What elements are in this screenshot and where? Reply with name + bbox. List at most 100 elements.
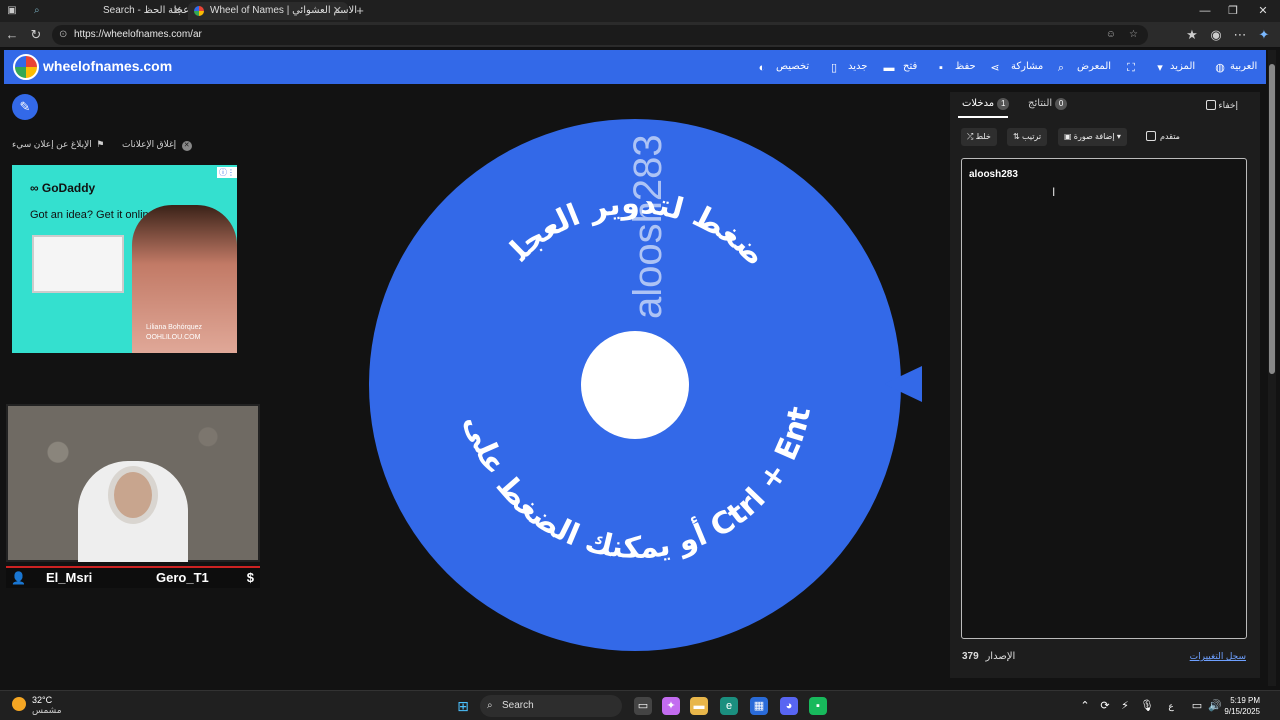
copilot-icon[interactable]: ✦ xyxy=(662,697,680,715)
flag-icon: ⚑ xyxy=(96,139,105,149)
edit-pencil-button[interactable]: ✎ xyxy=(12,94,38,120)
add-image-button[interactable]: ▣ إضافة صورة ▾ xyxy=(1058,128,1127,146)
close-ads-link[interactable]: إغلاق الإعلانات ✕ xyxy=(122,139,192,151)
pencil-icon: ✎ xyxy=(19,99,31,114)
site-info-icon: ⊙ xyxy=(59,29,68,40)
image-icon: ▣ xyxy=(1064,132,1072,141)
folder-icon: ▬ xyxy=(883,62,895,74)
webcam-overlay xyxy=(6,404,260,562)
tab-results[interactable]: النتائج 0 xyxy=(1028,98,1068,110)
reader-icon[interactable]: ☺ xyxy=(1106,25,1116,45)
task-view-icon[interactable]: ▭ xyxy=(634,697,652,715)
dollar-icon: $ xyxy=(246,570,254,585)
weather-widget[interactable]: 32°C مشمس xyxy=(12,695,62,715)
wheel[interactable]: aloosh283 اضغط لتدوير العجلة أو يمكنك ال… xyxy=(369,119,901,651)
display-icon[interactable]: ▭ xyxy=(1188,697,1206,715)
sync-icon[interactable]: ⟳ xyxy=(1096,697,1114,715)
search-icon: ⌕ xyxy=(487,700,493,711)
sort-button[interactable]: ⇅ ترتيب xyxy=(1007,128,1048,146)
text-cursor-icon: I xyxy=(1052,185,1056,199)
menu-share[interactable]: ⋖ مشاركة xyxy=(989,59,1043,75)
close-icon[interactable]: ✕ xyxy=(333,2,342,20)
discord-icon[interactable]: ◕ xyxy=(780,697,798,715)
new-tab-icon[interactable]: + xyxy=(350,1,370,21)
report-ad-link[interactable]: الإبلاغ عن إعلان سيء ⚑ xyxy=(12,139,104,150)
tab-wheel-of-names[interactable]: Wheel of Names | الاسم العشوائي ✕ xyxy=(188,2,357,20)
site-logo[interactable]: wheelofnames.com xyxy=(43,58,172,74)
volume-icon[interactable]: 🔊 xyxy=(1206,697,1224,715)
entries-textarea[interactable]: aloosh283 I xyxy=(961,158,1247,639)
menu-save[interactable]: ▪ حفظ xyxy=(935,59,976,75)
menu-language[interactable]: ◍ العربية xyxy=(1214,59,1257,75)
taskbar-search[interactable]: ⌕ Search xyxy=(480,695,622,717)
stream-name-bar: 👤 El_Msri Gero_T1 $ xyxy=(6,566,260,588)
tab-search[interactable]: ⌕ Search - عجلة الحظ ✕ xyxy=(28,2,189,20)
ad-info-icon[interactable]: ⓘ⋮ xyxy=(217,167,237,178)
tab-entries[interactable]: مدخلات 1 xyxy=(962,98,1010,110)
menu-more[interactable]: ▾ المزيد xyxy=(1154,59,1195,75)
caret-down-icon: ▾ xyxy=(1157,62,1163,74)
entry-line: aloosh283 xyxy=(969,169,1018,180)
share-icon: ⋖ xyxy=(990,62,1000,74)
ad-tagline: Got an idea? Get it online. xyxy=(30,209,158,221)
window-close-icon[interactable]: ✕ xyxy=(1246,0,1280,22)
hide-toggle[interactable]: إخفاء xyxy=(1202,100,1238,111)
tab-actions-icon[interactable]: ▣ xyxy=(2,1,22,21)
menu-fullscreen[interactable]: ⛶ xyxy=(1125,59,1141,75)
chevron-up-icon[interactable]: ⌃ xyxy=(1076,697,1094,715)
logo-icon[interactable] xyxy=(13,54,39,80)
menu-customize[interactable]: ◐ تخصيص xyxy=(756,59,810,75)
wheel-favicon-icon xyxy=(194,6,204,16)
entries-panel: إخفاء النتائج 0 مدخلات 1 ⤮ خلط ⇅ ترتيب ▣ إ… xyxy=(950,92,1260,678)
palette-icon: ◐ xyxy=(758,62,766,74)
url-field[interactable]: ⊙ https://wheelofnames.com/ar ☺ ☆ xyxy=(52,25,1148,45)
back-icon[interactable]: ← xyxy=(2,25,22,45)
streamer-head xyxy=(108,466,158,524)
browser-tab-bar: ▣ ⌕ Search - عجلة الحظ ✕ Wheel of Names … xyxy=(0,0,1280,22)
ad-image-screen xyxy=(32,235,124,293)
wheel-entry-label: aloosh283 xyxy=(626,134,670,319)
advertisement[interactable]: ∞ GoDaddy Got an idea? Get it online. Li… xyxy=(12,165,237,353)
godaddy-logo-icon: ∞ xyxy=(30,181,42,195)
advanced-toggle[interactable]: متقدم xyxy=(1140,128,1186,146)
microphone-icon[interactable]: 🎙 xyxy=(1138,697,1156,715)
shuffle-icon: ⤮ xyxy=(967,132,974,141)
store-icon[interactable]: ▦ xyxy=(750,697,768,715)
search-icon: ⌕ xyxy=(34,5,40,16)
globe-icon: ◍ xyxy=(1215,62,1225,74)
page-scrollbar[interactable] xyxy=(1268,50,1276,686)
windows-taskbar: 32°C مشمس ⊞ ⌕ Search ▭ ✦ ▬ e ▦ ◕ ▪ ⌃ ⟳ ⚡… xyxy=(0,690,1280,720)
system-clock[interactable]: 5:19 PM 9/15/2025 xyxy=(1224,695,1260,717)
close-circle-icon: ✕ xyxy=(181,141,192,151)
file-explorer-icon[interactable]: ▬ xyxy=(690,697,708,715)
site-header: wheelofnames.com ◍ العربية ▾ المزيد ⛶ ⌕ الم… xyxy=(4,50,1266,84)
version-info: 379 الإصدار xyxy=(962,651,1016,662)
sort-icon: ⇅ xyxy=(1013,132,1020,141)
changelog-link[interactable]: سجل التغييرات xyxy=(1190,651,1246,662)
edge-icon[interactable]: e xyxy=(720,697,738,715)
ad-brand: ∞ GoDaddy xyxy=(30,181,96,195)
advanced-checkbox[interactable] xyxy=(1146,131,1156,141)
favorites-icon[interactable]: ★ xyxy=(1182,25,1202,45)
scrollbar-thumb[interactable] xyxy=(1269,64,1275,374)
shuffle-button[interactable]: ⤮ خلط xyxy=(961,128,997,146)
file-icon: ▯ xyxy=(830,62,838,74)
profile-avatar[interactable]: ◉ xyxy=(1206,25,1226,45)
windows-start-icon[interactable]: ⊞ xyxy=(454,697,472,715)
favorite-star-icon[interactable]: ☆ xyxy=(1129,25,1138,45)
menu-open[interactable]: ▬ فتح xyxy=(883,59,918,75)
hide-checkbox[interactable] xyxy=(1205,100,1216,110)
wheel-center[interactable] xyxy=(581,331,689,439)
menu-gallery[interactable]: ⌕ المعرض xyxy=(1055,59,1111,75)
restore-icon[interactable]: ❐ xyxy=(1216,0,1250,22)
reload-icon[interactable]: ↻ xyxy=(26,25,46,45)
caret-down-icon: ▾ xyxy=(1116,132,1121,141)
more-menu-icon[interactable]: ⋯ xyxy=(1230,25,1250,45)
address-bar: ← ↻ ⊙ https://wheelofnames.com/ar ☺ ☆ ★ … xyxy=(0,22,1280,48)
network-off-icon[interactable]: ⚡ xyxy=(1116,697,1134,715)
copilot-icon[interactable]: ✦ xyxy=(1254,25,1274,45)
menu-new[interactable]: ▯ جديد xyxy=(828,59,868,75)
app-icon[interactable]: ▪ xyxy=(809,697,827,715)
close-icon[interactable]: ✕ xyxy=(173,2,182,20)
language-indicator[interactable]: ع xyxy=(1162,697,1180,715)
